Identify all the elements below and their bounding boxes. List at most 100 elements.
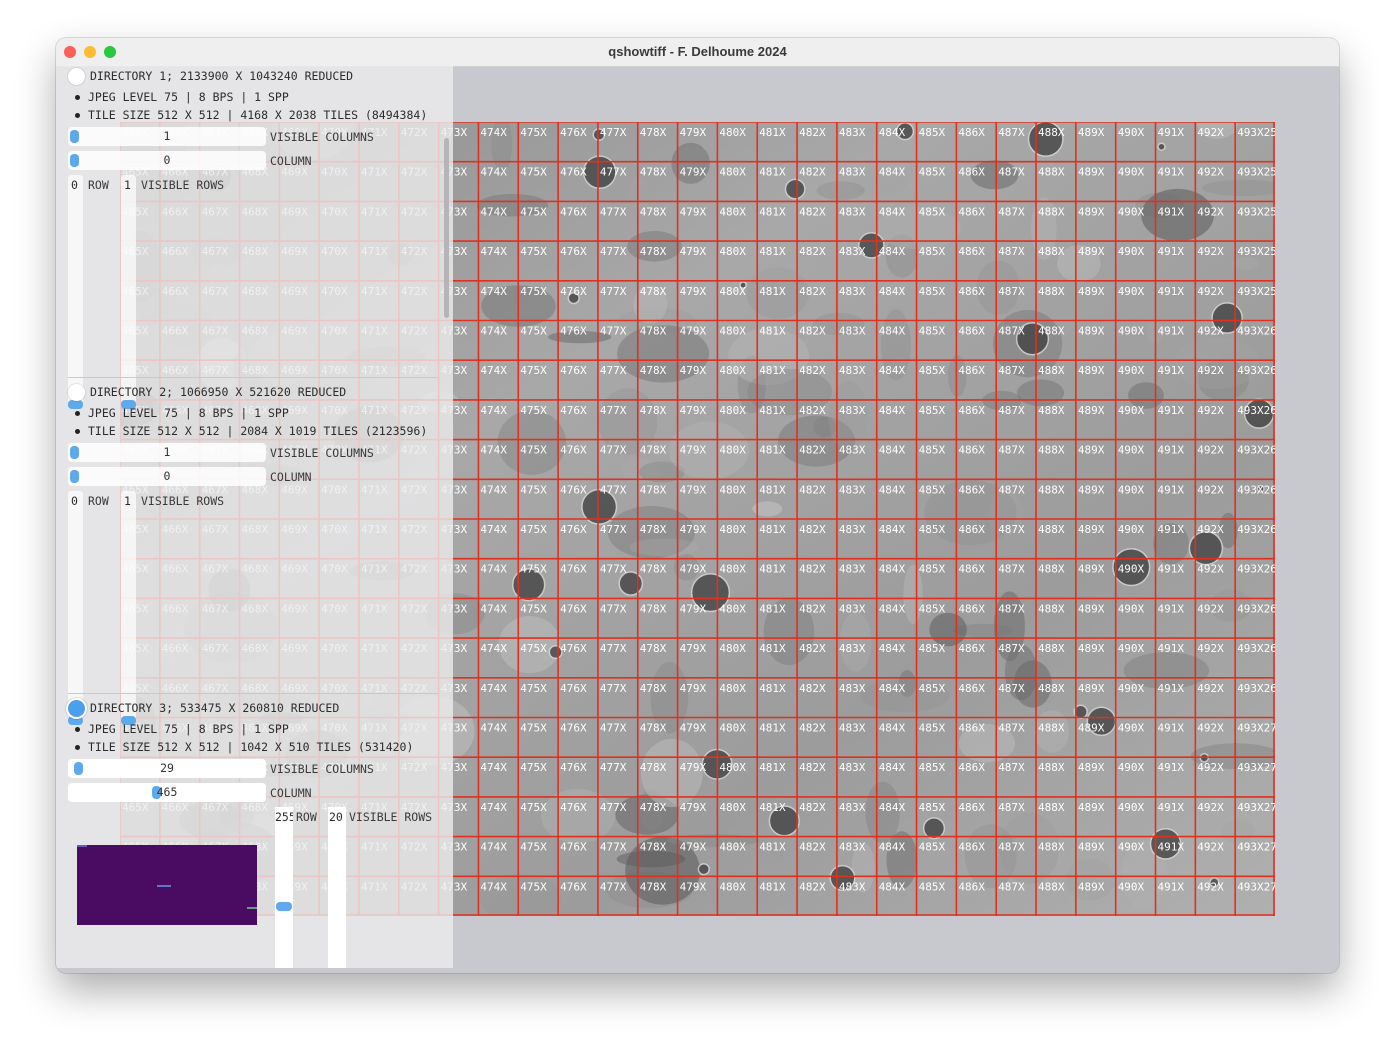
tile-label: 482X [799, 642, 826, 655]
tile-label: 485X [919, 722, 946, 735]
tile-label: 490X [1118, 722, 1145, 735]
visible-rows-label: VISIBLE ROWS [349, 810, 433, 824]
tile-label: 485X [919, 364, 946, 377]
tile-label: 480X [719, 205, 746, 218]
tile-label: 478X [640, 841, 667, 854]
tile-label: 481X [759, 404, 786, 417]
tile-label: 483X [839, 642, 866, 655]
slider-handle[interactable] [68, 716, 83, 725]
tile-label: 491X [1158, 285, 1185, 298]
column-label: COLUMN [270, 786, 312, 800]
tile-label: 474X [480, 523, 507, 536]
visible-rows-label: VISIBLE ROWS [141, 494, 225, 508]
tile-label: 490X [1118, 801, 1145, 814]
tile-label: 484X [879, 841, 906, 854]
directory-1-visible-columns-slider[interactable]: 1 [68, 127, 266, 146]
tile-label: 491X [1158, 682, 1185, 695]
tile-label: 492X [1197, 205, 1224, 218]
tile-label: 478X [640, 166, 667, 179]
tile-label: 480X [719, 245, 746, 258]
visible-columns-label: VISIBLE COLUMNS [270, 446, 374, 460]
tile-label: 484X [879, 245, 906, 258]
tile-label: 479X [680, 880, 707, 893]
tile-label: 482X [799, 444, 826, 457]
row-label: ROW [296, 810, 317, 824]
tile-label: 477X [600, 325, 627, 338]
tile-label: 480X [719, 563, 746, 576]
tile-label: 488X [1038, 841, 1065, 854]
tile-label: 487X [998, 166, 1025, 179]
tile-label: 492X [1197, 245, 1224, 258]
tile-label: 490X [1118, 642, 1145, 655]
tile-label: 480X [719, 523, 746, 536]
tile-label: 486X [958, 523, 985, 536]
title-bar: qshowtiff - F. Delhoume 2024 [56, 38, 1339, 67]
tile-label: 481X [759, 166, 786, 179]
directory-3-radio[interactable] [68, 700, 85, 717]
tile-label: 486X [958, 483, 985, 496]
tile-label: 483X [839, 325, 866, 338]
tile-label: 487X [998, 602, 1025, 615]
tile-label: 478X [640, 722, 667, 735]
tile-label: 488X [1038, 722, 1065, 735]
directory-1-row-slider[interactable] [68, 175, 83, 405]
tile-label: 474X [480, 642, 507, 655]
tile-label: 484X [879, 880, 906, 893]
tile-label: 491X [1158, 602, 1185, 615]
directory-2-radio[interactable] [68, 384, 85, 401]
tile-label: 488X [1038, 325, 1065, 338]
tile-label: 487X [998, 126, 1025, 139]
tile-preview-thumbnail [77, 845, 257, 925]
slider-value: 1 [163, 445, 171, 459]
slider-handle[interactable] [68, 400, 83, 409]
tile-label: 479X [680, 364, 707, 377]
tile-label: 479X [680, 523, 707, 536]
tile-label: 488X [1038, 761, 1065, 774]
tile-label: 482X [799, 364, 826, 377]
directory-2-row-slider[interactable] [68, 491, 83, 721]
tile-label: 492X [1197, 602, 1224, 615]
directory-3-visible-columns-slider[interactable]: 29 [68, 759, 266, 778]
tile-label: 490X [1118, 126, 1145, 139]
tile-label: 478X [640, 404, 667, 417]
directory-1-header: DIRECTORY 1; 2133900 X 1043240 REDUCED [90, 69, 354, 83]
directory-3-row-slider[interactable] [275, 807, 293, 968]
directory-2-visible-columns-slider[interactable]: 1 [68, 443, 266, 462]
tile-label: 482X [799, 761, 826, 774]
tile-label: 491X [1158, 245, 1185, 258]
directory-3-column-slider[interactable]: 465 [68, 783, 266, 802]
visible-columns-label: VISIBLE COLUMNS [270, 762, 374, 776]
panel-scrollbar[interactable] [444, 138, 449, 318]
slider-value: 29 [160, 761, 174, 775]
directory-1-column-slider[interactable]: 0 [68, 151, 266, 170]
directory-1-visible-rows-slider[interactable] [121, 175, 136, 405]
tile-label: 484X [879, 682, 906, 695]
tile-label: 474X [480, 166, 507, 179]
tile-label: 483X [839, 761, 866, 774]
tile-label: 483X [839, 364, 866, 377]
slider-handle[interactable] [276, 902, 292, 911]
tile-label: 492X [1197, 523, 1224, 536]
crater [922, 817, 946, 840]
tile-label: 487X [998, 444, 1025, 457]
tile-label: 489X [1078, 285, 1105, 298]
tile-label: 479X [680, 722, 707, 735]
tile-label: 475X [520, 166, 547, 179]
tile-label: 479X [680, 205, 707, 218]
tile-label: 482X [799, 245, 826, 258]
tile-label: 479X [680, 404, 707, 417]
tile-label: 489X [1078, 205, 1105, 218]
tile-label: 474X [480, 682, 507, 695]
tile-label: 489X [1078, 602, 1105, 615]
directory-1-radio[interactable] [68, 68, 85, 85]
directory-2-visible-rows-slider[interactable] [121, 491, 136, 721]
directory-3-visible-rows-slider[interactable] [328, 807, 346, 968]
tile-label: 483X [839, 483, 866, 496]
tile-label: 481X [759, 722, 786, 735]
tile-label: 488X [1038, 205, 1065, 218]
directory-2-column-slider[interactable]: 0 [68, 467, 266, 486]
tile-label: 485X [919, 483, 946, 496]
visible-rows-value: 20 [329, 810, 343, 824]
tile-label: 482X [799, 563, 826, 576]
tile-label: 482X [799, 325, 826, 338]
